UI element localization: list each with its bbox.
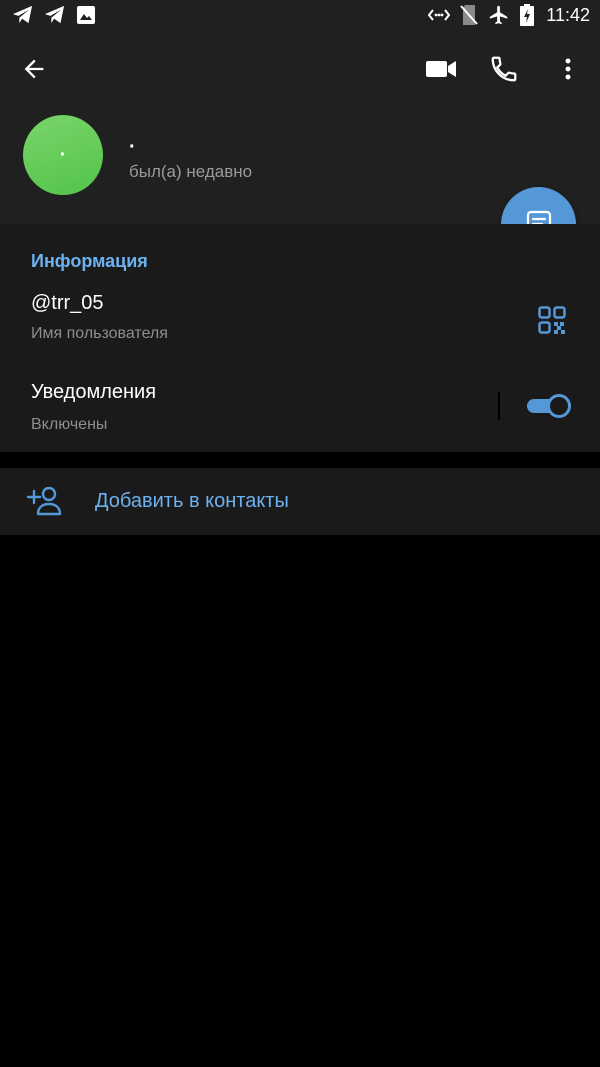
username-label: Имя пользователя xyxy=(31,325,168,342)
notifications-state: Включены xyxy=(31,416,108,433)
notifications-toggle[interactable] xyxy=(527,394,573,418)
back-button[interactable] xyxy=(18,54,54,84)
data-saver-icon xyxy=(428,7,451,23)
info-section: Информация @trr_05 Имя пользователя Увед… xyxy=(0,224,600,452)
qr-code-icon xyxy=(538,306,566,334)
airplane-icon xyxy=(488,4,510,26)
notification-icons xyxy=(12,5,96,25)
no-sim-icon xyxy=(460,4,479,26)
profile-header: · · был(а) недавно xyxy=(0,34,600,224)
toggle-knob xyxy=(547,394,571,418)
last-seen-status: был(а) недавно xyxy=(129,162,253,181)
add-to-contacts-button[interactable]: Добавить в контакты xyxy=(0,468,600,535)
arrow-left-icon xyxy=(24,59,44,79)
video-call-button[interactable] xyxy=(424,54,458,84)
phone-call-button[interactable] xyxy=(489,54,519,84)
add-person-icon xyxy=(26,486,62,516)
avatar-initial: · xyxy=(59,143,67,166)
contact-name: · xyxy=(129,136,136,158)
image-icon xyxy=(76,5,96,25)
info-section-title: Информация xyxy=(31,251,148,271)
qr-code-button[interactable] xyxy=(538,306,566,334)
divider xyxy=(498,392,500,420)
username-value: @trr_05 xyxy=(31,292,104,314)
video-call-icon xyxy=(426,61,456,77)
more-options-button[interactable] xyxy=(556,54,580,84)
system-icons: 11:42 xyxy=(428,4,590,26)
telegram-icon xyxy=(44,5,66,25)
notifications-label: Уведомления xyxy=(31,381,157,403)
status-bar: 11:42 xyxy=(0,0,600,34)
avatar[interactable]: · xyxy=(23,115,103,195)
clock-time: 11:42 xyxy=(546,4,590,25)
more-vert-icon xyxy=(565,58,571,80)
add-to-contacts-label: Добавить в контакты xyxy=(95,490,289,512)
phone-icon xyxy=(491,56,517,82)
telegram-icon xyxy=(12,5,34,25)
battery-charging-icon xyxy=(520,4,535,26)
